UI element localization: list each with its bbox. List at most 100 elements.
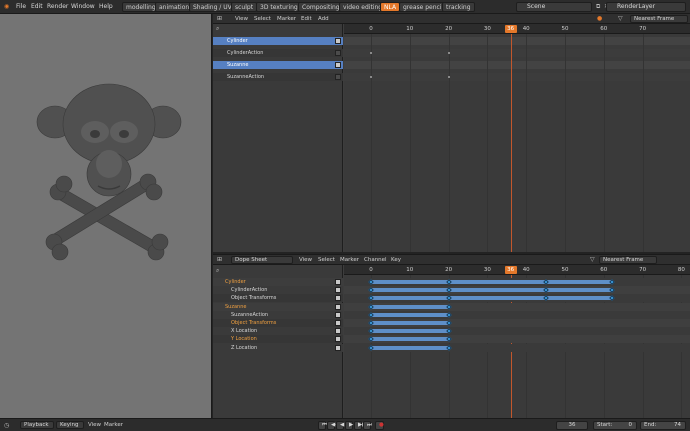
nla-menu-view[interactable]: View [235,16,248,22]
nla-editor-type-icon[interactable]: ⊞ [217,16,222,22]
dopesheet-channel-checkbox[interactable] [335,303,341,310]
nla-track-cylinder[interactable] [344,37,690,45]
nla-channel-cylinder-checkbox[interactable] [335,38,341,44]
dopesheet-channel-checkbox[interactable] [335,328,341,335]
nla-menu-marker[interactable]: Marker [277,16,296,22]
nla-track-suzanne[interactable] [344,61,690,69]
nla-snap-dropdown[interactable]: Nearest Frame [630,15,688,23]
dopesheet-ruler[interactable] [344,265,690,275]
dopesheet-channel-checkbox[interactable] [335,336,341,343]
dopesheet-channel-list: ⌕ Cylinder CylinderAction Object Transform… [213,265,343,419]
dopesheet-timeline[interactable]: 0 10 20 30 36 40 50 60 70 80 [344,265,690,419]
menu-edit[interactable]: Edit [31,3,43,10]
dopesheet-channel-cylinder[interactable]: Cylinder [213,278,343,286]
nla-channel-cylinderaction-checkbox[interactable] [335,50,341,56]
workspace-tab-grease-pencil[interactable]: grease pencil [399,2,448,12]
dopesheet-snap-dropdown[interactable]: Nearest Frame [599,256,657,264]
start-frame-field[interactable]: Start: 0 [593,421,637,430]
current-frame-field[interactable]: 36 [556,421,588,430]
nla-grid-line [526,34,528,252]
3d-viewport[interactable] [0,14,212,418]
dopesheet-menu-view[interactable]: View [299,257,312,263]
bottom-menu-view[interactable]: View [88,422,101,428]
blender-logo-icon[interactable]: ◉ [4,4,9,10]
nla-playhead-frame[interactable]: 36 [504,25,517,33]
nla-action-key-marker [370,76,372,78]
keying-menu[interactable]: Keying [56,421,84,429]
nla-filter-icon[interactable]: ▽ [618,16,623,22]
nla-timeline[interactable]: 0 10 20 30 36 40 50 60 70 [344,24,690,252]
play-button[interactable]: ▶ [345,421,353,430]
dopesheet-header: ⊞ Dope Sheet View Select Marker Channel … [213,255,690,265]
workspace-tab-nla[interactable]: NLA [380,2,401,12]
nla-playhead-line[interactable] [510,34,512,252]
nla-channel-cylinder-label: Cylinder [227,38,248,44]
nla-track-cylinderaction[interactable] [344,49,690,57]
nla-search-icon[interactable]: ⌕ [216,26,219,32]
nla-snap-icon[interactable]: ● [597,16,602,22]
dopesheet-menu-channel[interactable]: Channel [364,257,387,263]
dopesheet-menu-marker[interactable]: Marker [340,257,359,263]
dopesheet-channel-checkbox[interactable] [335,311,341,318]
dopesheet-channel-cylinderaction[interactable]: CylinderAction [213,286,343,295]
workspace-tab-shading[interactable]: Shading / UV [189,2,236,12]
nla-tick-label: 70 [639,26,647,32]
nla-track-suzanneaction[interactable] [344,73,690,81]
dopesheet-channel-x-location[interactable]: X Location [213,327,343,336]
jump-start-button[interactable]: ⏮ [318,421,327,430]
workspace-tab-sculpt[interactable]: sculpt [231,2,258,12]
playback-menu[interactable]: Playback [20,421,54,429]
render-layer-selector[interactable]: RenderLayer [606,2,686,12]
bottom-menu-marker[interactable]: Marker [104,422,123,428]
dopesheet-channel-suzanne[interactable]: Suzanne [213,302,343,311]
scene-selector[interactable]: Scene [516,2,592,12]
dopesheet-filter-icon[interactable]: ▽ [590,257,595,263]
dopesheet-mode-dropdown[interactable]: Dope Sheet [231,256,293,264]
next-keyframe-button[interactable]: ▶▶ [354,421,366,430]
record-button[interactable]: ● [375,421,384,430]
nla-channel-cylinderaction[interactable]: CylinderAction [213,49,343,57]
dopesheet-channel-object-transforms[interactable]: Object Transforms [213,294,343,303]
nla-menu-select[interactable]: Select [254,16,271,22]
workspace-tab-compositing[interactable]: Compositing [298,2,344,12]
play-reverse-button[interactable]: ◀ [336,421,344,430]
menu-window[interactable]: Window [71,3,95,10]
menu-render[interactable]: Render [47,3,68,10]
dopesheet-channel-z-location[interactable]: Z Location [213,343,343,352]
dopesheet-channel-checkbox[interactable] [335,344,341,351]
menu-file[interactable]: File [16,3,26,10]
menu-help[interactable]: Help [99,3,113,10]
nla-channel-cylinder[interactable]: Cylinder [213,37,343,45]
workspace-tab-modelling[interactable]: modelling [122,2,160,12]
nla-menu-add[interactable]: Add [318,16,329,22]
dopesheet-channel-y-location[interactable]: Y Location [213,335,343,344]
nla-channel-suzanneaction[interactable]: SuzanneAction [213,73,343,81]
end-frame-field[interactable]: End: 74 [640,421,686,430]
nla-channel-suzanne-checkbox[interactable] [335,62,341,68]
dopesheet-playhead-frame[interactable]: 36 [504,266,517,274]
workspace-tab-tracking[interactable]: tracking [442,2,475,12]
nla-channel-suzanne[interactable]: Suzanne [213,61,343,69]
dopesheet-channel-suzanneaction[interactable]: SuzanneAction [213,310,343,319]
dopesheet-channel-checkbox[interactable] [335,295,341,302]
prev-keyframe-button[interactable]: ◀◀ [327,421,339,430]
dopesheet-channel-checkbox[interactable] [335,279,341,285]
dopesheet-channel-object-transforms-2[interactable]: Object Transforms [213,319,343,327]
nla-ruler[interactable] [344,24,690,34]
copy-icon[interactable]: ⧉ [596,4,600,10]
dopesheet-channel-checkbox[interactable] [335,320,341,326]
workspace-tab-3d-texturing[interactable]: 3D texturing [256,2,302,12]
dopesheet-search-icon[interactable]: ⌕ [216,268,219,274]
dopesheet-tick-label: 40 [522,267,530,273]
suzanne-skull-model [36,83,182,261]
dopesheet-channel-checkbox[interactable] [335,287,341,294]
workspace-tab-animation[interactable]: animation [155,2,194,12]
dopesheet-editor-type-icon[interactable]: ⊞ [217,257,222,263]
jump-end-button[interactable]: ⏭ [363,421,372,430]
dopesheet-menu-key[interactable]: Key [391,257,401,263]
timeline-editor-type-icon[interactable]: ◷ [4,423,9,429]
nla-channel-suzanneaction-checkbox[interactable] [335,74,341,80]
dopesheet-menu-select[interactable]: Select [318,257,335,263]
nla-action-key-marker [447,76,450,78]
nla-menu-edit[interactable]: Edit [301,16,312,22]
